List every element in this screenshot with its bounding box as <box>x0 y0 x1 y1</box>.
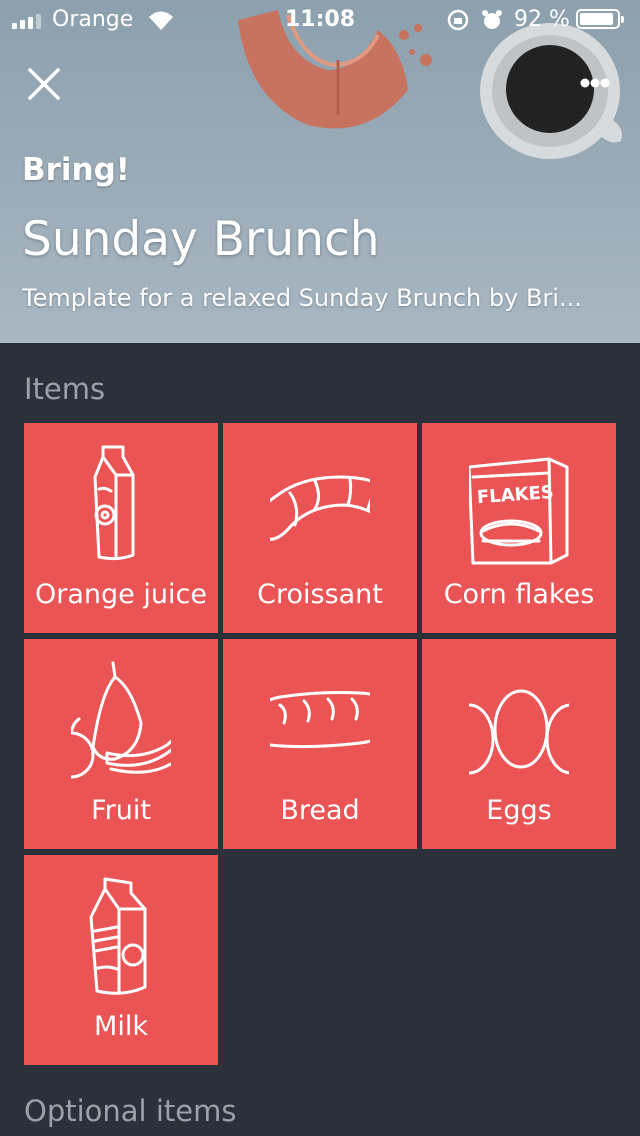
more-dots-icon <box>580 78 610 88</box>
item-label: Milk <box>94 1011 148 1042</box>
more-options-button[interactable] <box>570 68 620 98</box>
close-button[interactable] <box>22 62 66 106</box>
croissant-icon <box>270 475 370 541</box>
close-icon <box>28 68 60 100</box>
item-label: Eggs <box>486 795 552 826</box>
fruit-icon <box>71 661 171 779</box>
template-title: Sunday Brunch <box>22 212 380 267</box>
flakes-box-text: FLAKES <box>476 482 554 508</box>
item-label: Bread <box>280 795 360 826</box>
milk-icon <box>89 877 147 995</box>
template-description: Template for a relaxed Sunday Brunch by … <box>22 284 582 312</box>
item-tile-orange-juice[interactable]: Orange juice <box>24 423 218 633</box>
item-tile-corn-flakes[interactable]: FLAKES Corn flakes <box>422 423 616 633</box>
battery-icon <box>576 9 624 29</box>
item-tile-milk[interactable]: Milk <box>24 855 218 1065</box>
orange-juice-icon <box>93 445 135 561</box>
item-tile-fruit[interactable]: Fruit <box>24 639 218 849</box>
optional-items-section-label: Optional items <box>24 1094 237 1128</box>
corn-flakes-icon: FLAKES <box>469 457 569 565</box>
item-tile-croissant[interactable]: Croissant <box>223 423 417 633</box>
item-label: Corn flakes <box>443 579 595 610</box>
item-tile-bread[interactable]: Bread <box>223 639 417 849</box>
eggs-icon <box>469 689 569 775</box>
template-header: Orange 11:08 92 % Bring! Sunday Brunch T… <box>0 0 640 343</box>
item-label: Orange juice <box>35 579 207 610</box>
item-tile-eggs[interactable]: Eggs <box>422 639 616 849</box>
item-label: Fruit <box>91 795 151 826</box>
brand-name: Bring! <box>22 152 130 188</box>
items-section-label: Items <box>24 372 106 406</box>
bread-icon <box>270 691 370 749</box>
rotation-lock-icon <box>447 9 469 31</box>
status-bar: Orange 11:08 92 % <box>0 0 640 40</box>
item-label: Croissant <box>257 579 383 610</box>
battery-percentage: 92 % <box>514 7 570 32</box>
alarm-icon <box>482 10 502 29</box>
